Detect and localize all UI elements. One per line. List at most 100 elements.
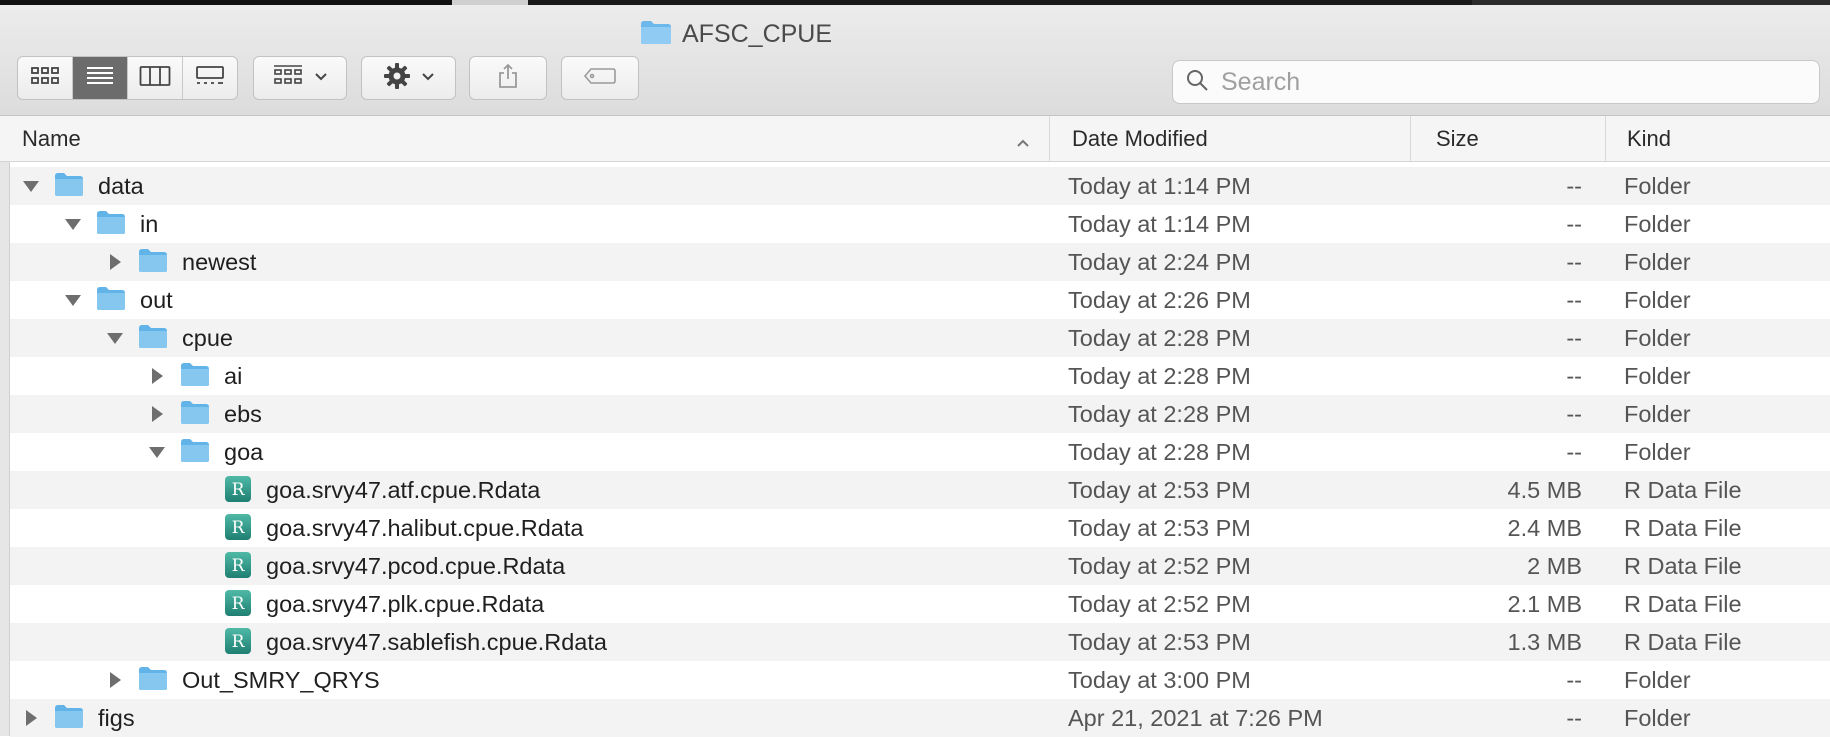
- search-icon: [1185, 68, 1209, 97]
- file-date-modified: Today at 2:52 PM: [1068, 553, 1251, 579]
- share-button[interactable]: [469, 56, 547, 100]
- file-date-modified: Today at 2:24 PM: [1068, 249, 1251, 275]
- file-row[interactable]: Rgoa.srvy47.halibut.cpue.Rdata Today at 2…: [10, 509, 1830, 547]
- file-row[interactable]: Rgoa.srvy47.sablefish.cpue.Rdata Today at…: [10, 623, 1830, 661]
- disclosure-collapsed-icon[interactable]: [22, 709, 40, 727]
- disclosure-expanded-icon[interactable]: [64, 291, 82, 309]
- file-row[interactable]: data Today at 1:14 PM -- Folder: [10, 167, 1830, 205]
- file-name: figs: [98, 705, 135, 731]
- chevron-down-icon: [314, 69, 328, 87]
- search-input[interactable]: [1219, 66, 1803, 98]
- file-row[interactable]: figs Apr 21, 2021 at 7:26 PM -- Folder: [10, 699, 1830, 737]
- file-name: data: [98, 173, 144, 199]
- file-name: newest: [182, 249, 257, 275]
- folder-icon: [180, 399, 210, 431]
- folder-icon: [138, 323, 168, 355]
- file-date-modified: Today at 2:28 PM: [1068, 401, 1251, 427]
- file-size: --: [1566, 439, 1582, 465]
- file-row[interactable]: ai Today at 2:28 PM -- Folder: [10, 357, 1830, 395]
- r-data-file-icon: R: [224, 551, 252, 585]
- window-title-text: AFSC_CPUE: [682, 19, 833, 48]
- file-kind: R Data File: [1624, 515, 1742, 541]
- file-size: --: [1566, 363, 1582, 389]
- file-size: 4.5 MB: [1507, 477, 1582, 503]
- file-date-modified: Today at 2:28 PM: [1068, 325, 1251, 351]
- file-date-modified: Today at 2:26 PM: [1068, 287, 1251, 313]
- file-kind: Folder: [1624, 401, 1691, 427]
- file-name: in: [140, 211, 159, 237]
- file-row[interactable]: newest Today at 2:24 PM -- Folder: [10, 243, 1830, 281]
- file-row[interactable]: Rgoa.srvy47.plk.cpue.Rdata Today at 2:52 …: [10, 585, 1830, 623]
- file-row[interactable]: Rgoa.srvy47.atf.cpue.Rdata Today at 2:53 …: [10, 471, 1830, 509]
- search-field[interactable]: [1172, 60, 1820, 104]
- file-kind: Folder: [1624, 287, 1691, 313]
- folder-icon: [640, 19, 672, 50]
- file-date-modified: Today at 2:53 PM: [1068, 515, 1251, 541]
- disclosure-collapsed-icon[interactable]: [106, 671, 124, 689]
- column-view-button[interactable]: [128, 57, 183, 99]
- file-date-modified: Today at 1:14 PM: [1068, 173, 1251, 199]
- list-icon: [85, 65, 115, 92]
- file-kind: R Data File: [1624, 553, 1742, 579]
- disclosure-expanded-icon[interactable]: [106, 329, 124, 347]
- window-title: AFSC_CPUE: [640, 17, 832, 51]
- group-by-button[interactable]: [253, 56, 347, 100]
- disclosure-expanded-icon[interactable]: [64, 215, 82, 233]
- file-row[interactable]: goa Today at 2:28 PM -- Folder: [10, 433, 1830, 471]
- file-kind: Folder: [1624, 439, 1691, 465]
- file-date-modified: Today at 2:53 PM: [1068, 477, 1251, 503]
- sort-ascending-icon[interactable]: [1015, 130, 1031, 156]
- folder-icon: [54, 171, 84, 203]
- sidebar-edge: [0, 116, 10, 736]
- file-row[interactable]: Out_SMRY_QRYS Today at 3:00 PM -- Folder: [10, 661, 1830, 699]
- file-row[interactable]: cpue Today at 2:28 PM -- Folder: [10, 319, 1830, 357]
- file-date-modified: Apr 21, 2021 at 7:26 PM: [1068, 705, 1323, 731]
- toolbar: AFSC_CPUE: [0, 5, 1830, 116]
- grid-icon: [30, 66, 60, 91]
- file-size: 2.4 MB: [1507, 515, 1582, 541]
- file-kind: R Data File: [1624, 629, 1742, 655]
- column-header-name[interactable]: Name: [22, 116, 1046, 161]
- svg-text:R: R: [232, 518, 246, 538]
- disclosure-collapsed-icon[interactable]: [148, 367, 166, 385]
- file-name: goa.srvy47.sablefish.cpue.Rdata: [266, 629, 607, 655]
- svg-text:R: R: [232, 632, 246, 652]
- column-header-row: Name Date Modified Size Kind: [0, 116, 1830, 162]
- file-list: data Today at 1:14 PM -- Folder in Today at 1…: [10, 167, 1830, 737]
- column-header-size[interactable]: Size: [1410, 116, 1605, 161]
- file-row[interactable]: Rgoa.srvy47.pcod.cpue.Rdata Today at 2:52…: [10, 547, 1830, 585]
- column-header-date-modified[interactable]: Date Modified: [1049, 116, 1409, 161]
- file-size: --: [1566, 173, 1582, 199]
- folder-icon: [138, 247, 168, 279]
- file-kind: Folder: [1624, 249, 1691, 275]
- group-grid-icon: [272, 64, 304, 93]
- gear-icon: [383, 62, 411, 95]
- action-button[interactable]: [361, 56, 456, 100]
- file-kind: Folder: [1624, 667, 1691, 693]
- file-row[interactable]: in Today at 1:14 PM -- Folder: [10, 205, 1830, 243]
- file-kind: Folder: [1624, 325, 1691, 351]
- file-size: --: [1566, 287, 1582, 313]
- tag-button[interactable]: [561, 56, 639, 100]
- list-view-button[interactable]: [73, 57, 128, 99]
- r-data-file-icon: R: [224, 589, 252, 623]
- file-size: --: [1566, 249, 1582, 275]
- file-row[interactable]: out Today at 2:26 PM -- Folder: [10, 281, 1830, 319]
- file-size: 1.3 MB: [1507, 629, 1582, 655]
- disclosure-expanded-icon[interactable]: [148, 443, 166, 461]
- file-kind: Folder: [1624, 173, 1691, 199]
- gallery-icon: [194, 65, 226, 92]
- disclosure-collapsed-icon[interactable]: [148, 405, 166, 423]
- r-data-file-icon: R: [224, 627, 252, 661]
- file-date-modified: Today at 3:00 PM: [1068, 667, 1251, 693]
- gallery-view-button[interactable]: [183, 57, 237, 99]
- column-header-name-label: Name: [22, 125, 81, 151]
- folder-icon: [180, 361, 210, 393]
- svg-text:R: R: [232, 594, 246, 614]
- icon-view-button[interactable]: [18, 57, 73, 99]
- file-size: --: [1566, 705, 1582, 731]
- file-row[interactable]: ebs Today at 2:28 PM -- Folder: [10, 395, 1830, 433]
- disclosure-collapsed-icon[interactable]: [106, 253, 124, 271]
- column-header-kind[interactable]: Kind: [1605, 116, 1830, 161]
- disclosure-expanded-icon[interactable]: [22, 177, 40, 195]
